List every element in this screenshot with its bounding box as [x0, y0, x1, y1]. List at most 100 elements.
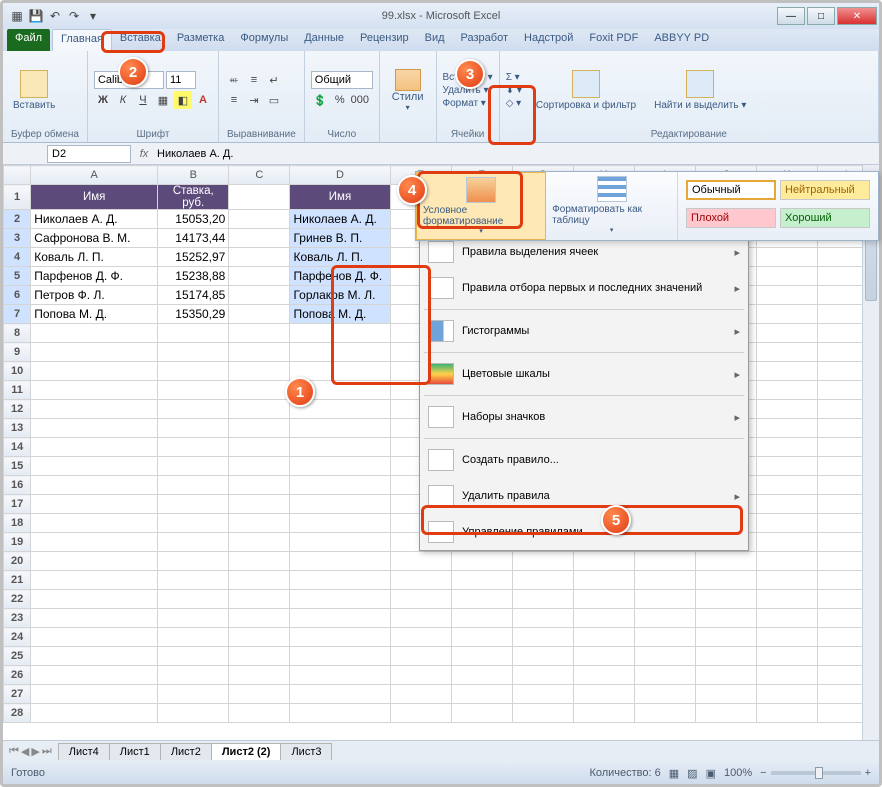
row-header-21[interactable]: 21 — [4, 571, 31, 590]
col-header-B[interactable]: B — [158, 166, 229, 185]
find-select-button[interactable]: Найти и выделить ▾ — [650, 68, 750, 113]
cell-B5[interactable]: 15238,88 — [158, 267, 229, 286]
font-size-combo[interactable]: 11 — [166, 71, 196, 89]
tab-data[interactable]: Данные — [296, 29, 352, 51]
cf-new-rule[interactable]: Создать правило... — [420, 442, 748, 478]
sort-filter-button[interactable]: Сортировка и фильтр — [532, 68, 640, 113]
merge-icon[interactable]: ▭ — [265, 91, 283, 109]
autosum-button[interactable]: Σ ▾ — [506, 72, 522, 83]
tab-home[interactable]: Главная — [52, 29, 112, 51]
cf-icon-sets[interactable]: Наборы значков▸ — [420, 399, 748, 435]
maximize-button[interactable]: □ — [807, 7, 835, 25]
sheet-tab-Лист3[interactable]: Лист3 — [280, 743, 332, 760]
row-header-6[interactable]: 6 — [4, 286, 31, 305]
cf-top-bottom-rules[interactable]: Правила отбора первых и последних значен… — [420, 270, 748, 306]
row-header-14[interactable]: 14 — [4, 438, 31, 457]
tab-review[interactable]: Рецензир — [352, 29, 417, 51]
row-header-22[interactable]: 22 — [4, 590, 31, 609]
sheet-tab-Лист1[interactable]: Лист1 — [109, 743, 161, 760]
number-format-combo[interactable]: Общий — [311, 71, 373, 89]
cell-A3[interactable]: Сафронова В. М. — [31, 229, 158, 248]
style-good[interactable]: Хороший — [780, 208, 870, 228]
cell-D7[interactable]: Попова М. Д. — [290, 305, 390, 324]
row-header-9[interactable]: 9 — [4, 343, 31, 362]
tab-insert[interactable]: Вставка — [112, 29, 169, 51]
col-header-A[interactable]: A — [31, 166, 158, 185]
style-neutral[interactable]: Нейтральный — [780, 180, 870, 200]
font-color-button[interactable]: A — [194, 91, 212, 109]
row-header-20[interactable]: 20 — [4, 552, 31, 571]
row-header-1[interactable]: 1 — [4, 185, 31, 210]
cell-B6[interactable]: 15174,85 — [158, 286, 229, 305]
minimize-button[interactable]: — — [777, 7, 805, 25]
tab-foxit[interactable]: Foxit PDF — [581, 29, 646, 51]
row-header-7[interactable]: 7 — [4, 305, 31, 324]
cell-D2[interactable]: Николаев А. Д. — [290, 210, 390, 229]
sheet-tab-Лист4[interactable]: Лист4 — [58, 743, 110, 760]
clear-button[interactable]: ◇ ▾ — [506, 98, 522, 109]
qat-more-icon[interactable]: ▾ — [85, 8, 101, 24]
underline-button[interactable]: Ч — [134, 91, 152, 109]
row-header-25[interactable]: 25 — [4, 647, 31, 666]
zoom-level[interactable]: 100% — [724, 767, 752, 779]
indent-icon[interactable]: ⇥ — [245, 91, 263, 109]
cell-A7[interactable]: Попова М. Д. — [31, 305, 158, 324]
cell-D3[interactable]: Гринев В. П. — [290, 229, 390, 248]
row-header-4[interactable]: 4 — [4, 248, 31, 267]
row-header-15[interactable]: 15 — [4, 457, 31, 476]
italic-button[interactable]: К — [114, 91, 132, 109]
conditional-formatting-button[interactable]: Условное форматирование▾ — [416, 172, 546, 240]
tab-formulas[interactable]: Формулы — [232, 29, 296, 51]
vertical-scrollbar[interactable] — [862, 165, 879, 740]
row-header-8[interactable]: 8 — [4, 324, 31, 343]
save-icon[interactable]: 💾 — [28, 8, 44, 24]
align-left-icon[interactable]: ≡ — [225, 91, 243, 109]
undo-icon[interactable]: ↶ — [47, 8, 63, 24]
styles-button[interactable]: Стили▾ — [386, 67, 430, 114]
align-mid-icon[interactable]: ≡ — [245, 71, 263, 89]
row-header-28[interactable]: 28 — [4, 704, 31, 723]
fill-button[interactable]: ⬇ ▾ — [506, 85, 522, 96]
row-header-5[interactable]: 5 — [4, 267, 31, 286]
tab-layout[interactable]: Разметка — [169, 29, 233, 51]
sheet-tab-Лист2 (2)[interactable]: Лист2 (2) — [211, 743, 282, 760]
tab-view[interactable]: Вид — [417, 29, 453, 51]
format-cells-button[interactable]: Формат ▾ — [443, 98, 493, 109]
zoom-slider[interactable]: −+ — [760, 767, 871, 779]
view-pagebreak-icon[interactable]: ▣ — [706, 767, 716, 780]
percent-icon[interactable]: % — [331, 91, 349, 109]
cell-A6[interactable]: Петров Ф. Л. — [31, 286, 158, 305]
border-button[interactable]: ▦ — [154, 91, 172, 109]
name-box[interactable]: D2 — [47, 145, 131, 163]
row-header-26[interactable]: 26 — [4, 666, 31, 685]
format-as-table-button[interactable]: Форматировать как таблицу▾ — [546, 172, 678, 240]
row-header-19[interactable]: 19 — [4, 533, 31, 552]
cf-data-bars[interactable]: Гистограммы▸ — [420, 313, 748, 349]
row-header-3[interactable]: 3 — [4, 229, 31, 248]
cell-A4[interactable]: Коваль Л. П. — [31, 248, 158, 267]
tab-abbyy[interactable]: ABBYY PD — [646, 29, 717, 51]
row-header-11[interactable]: 11 — [4, 381, 31, 400]
tab-dev[interactable]: Разработ — [453, 29, 516, 51]
cell-D1[interactable]: Имя — [290, 185, 390, 210]
view-normal-icon[interactable]: ▦ — [669, 767, 679, 780]
cell-D5[interactable]: Парфенов Д. Ф. — [290, 267, 390, 286]
cell-A2[interactable]: Николаев А. Д. — [31, 210, 158, 229]
close-button[interactable]: ✕ — [837, 7, 877, 25]
cell-D6[interactable]: Горлаков М. Л. — [290, 286, 390, 305]
row-header-18[interactable]: 18 — [4, 514, 31, 533]
sheet-tab-Лист2[interactable]: Лист2 — [160, 743, 212, 760]
cell-B3[interactable]: 14173,44 — [158, 229, 229, 248]
cf-color-scales[interactable]: Цветовые шкалы▸ — [420, 356, 748, 392]
comma-icon[interactable]: 000 — [351, 91, 369, 109]
row-header-23[interactable]: 23 — [4, 609, 31, 628]
currency-icon[interactable]: 💲 — [311, 91, 329, 109]
redo-icon[interactable]: ↷ — [66, 8, 82, 24]
cf-manage-rules[interactable]: Управление правилами... — [420, 514, 748, 550]
tab-addins[interactable]: Надстрой — [516, 29, 581, 51]
formula-input[interactable]: Николаев А. Д. — [153, 148, 879, 160]
paste-button[interactable]: Вставить — [9, 68, 59, 113]
row-header-12[interactable]: 12 — [4, 400, 31, 419]
cell-A1[interactable]: Имя — [31, 185, 158, 210]
cell-B7[interactable]: 15350,29 — [158, 305, 229, 324]
